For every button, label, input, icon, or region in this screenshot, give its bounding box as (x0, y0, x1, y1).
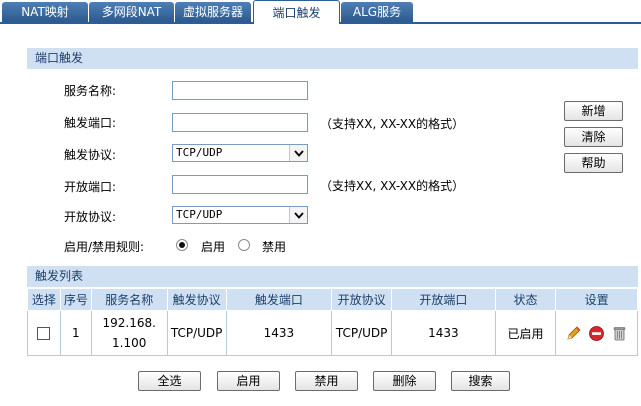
search-button[interactable]: 搜索 (451, 371, 510, 391)
row-actions (555, 310, 638, 356)
row-select-cell (27, 310, 61, 356)
disable-button[interactable]: 禁用 (295, 371, 358, 391)
open-port-label: 开放端口: (64, 180, 117, 194)
table-row: 1 192.168. 1.100 TCP/UDP 1433 TCP/UDP 14… (27, 310, 638, 356)
row-index: 1 (59, 310, 92, 356)
port-trigger-section-title: 端口触发 (27, 48, 638, 69)
tab-multi-segment-nat[interactable]: 多网段NAT (89, 2, 174, 22)
row-trigger-protocol: TCP/UDP (166, 310, 227, 356)
disable-radio[interactable] (238, 239, 250, 251)
enable-radio-label: 启用 (201, 240, 226, 254)
row-status: 已启用 (494, 310, 557, 356)
col-name-header: 服务名称 (90, 288, 168, 311)
row-open-port: 1433 (391, 310, 496, 356)
trash-icon[interactable] (611, 325, 628, 342)
open-protocol-select[interactable]: TCP/UDP (172, 206, 308, 224)
chevron-down-icon[interactable] (289, 207, 307, 223)
col-index-header: 序号 (59, 288, 92, 311)
disable-radio-label: 禁用 (262, 240, 287, 254)
row-open-protocol: TCP/UDP (331, 310, 393, 356)
tab-nat-mapping[interactable]: NAT映射 (2, 2, 88, 22)
trigger-list-table: 选择 序号 服务名称 触发协议 触发端口 开放协议 开放端口 状态 设置 1 1… (27, 288, 638, 356)
clear-button[interactable]: 清除 (564, 127, 623, 147)
trigger-protocol-value: TCP/UDP (176, 146, 223, 159)
help-button[interactable]: 帮助 (564, 153, 623, 173)
trigger-protocol-select[interactable]: TCP/UDP (172, 144, 308, 162)
row-service-name: 192.168. 1.100 (90, 310, 168, 356)
col-select-header: 选择 (27, 288, 61, 311)
open-protocol-label: 开放协议: (64, 210, 117, 224)
trigger-port-hint: （支持XX, XX-XX的格式） (320, 117, 465, 131)
tab-virtual-server[interactable]: 虚拟服务器 (175, 2, 251, 22)
rule-label: 启用/禁用规则: (64, 240, 145, 254)
service-name-label: 服务名称: (64, 84, 117, 98)
row-trigger-port: 1433 (225, 310, 333, 356)
disable-icon[interactable] (588, 325, 605, 342)
open-port-hint: （支持XX, XX-XX的格式） (320, 179, 465, 193)
enable-radio[interactable] (176, 239, 188, 251)
row-service-name-line2: 1.100 (112, 336, 147, 350)
trigger-protocol-label: 触发协议: (64, 148, 117, 162)
trigger-port-label: 触发端口: (64, 116, 117, 130)
col-status-header: 状态 (494, 288, 557, 311)
edit-pencil-icon[interactable] (565, 325, 582, 342)
delete-button[interactable]: 删除 (373, 371, 436, 391)
row-checkbox[interactable] (37, 327, 51, 340)
enable-button[interactable]: 启用 (217, 371, 280, 391)
service-name-input[interactable] (172, 81, 308, 100)
row-service-name-line1: 192.168. (102, 316, 156, 330)
col-actions-header: 设置 (555, 288, 638, 311)
table-header-row: 选择 序号 服务名称 触发协议 触发端口 开放协议 开放端口 状态 设置 (27, 288, 638, 311)
trigger-port-input[interactable] (172, 113, 308, 132)
col-open-protocol-header: 开放协议 (331, 288, 393, 311)
tab-alg-service[interactable]: ALG服务 (341, 2, 413, 22)
col-trigger-port-header: 触发端口 (225, 288, 333, 311)
add-button[interactable]: 新增 (564, 101, 623, 121)
tab-bar: NAT映射 多网段NAT 虚拟服务器 端口触发 ALG服务 (0, 0, 641, 24)
col-open-port-header: 开放端口 (391, 288, 496, 311)
select-all-button[interactable]: 全选 (138, 371, 201, 391)
col-trigger-protocol-header: 触发协议 (166, 288, 227, 311)
open-protocol-value: TCP/UDP (176, 208, 223, 221)
trigger-list-section-title: 触发列表 (27, 266, 638, 287)
chevron-down-icon[interactable] (289, 145, 307, 161)
tab-port-trigger[interactable]: 端口触发 (253, 0, 340, 24)
open-port-input[interactable] (172, 175, 308, 194)
